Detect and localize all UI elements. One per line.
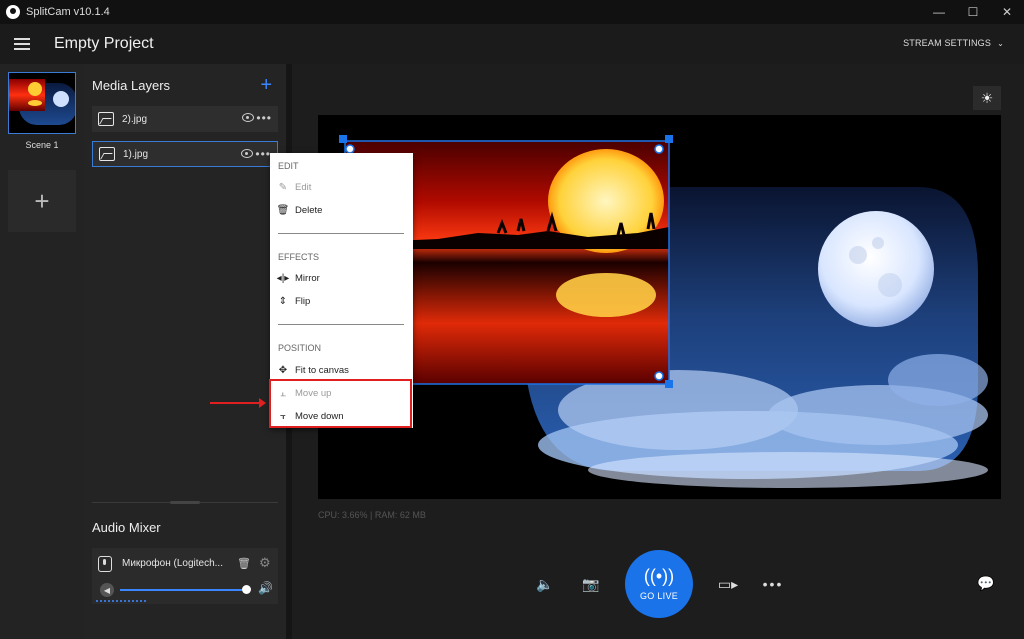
bottom-controls: 🔈 📷 ((•)) GO LIVE ▭▸ ••• 💬 [292,546,1024,626]
preview-canvas[interactable] [318,115,1001,499]
eye-icon[interactable] [242,113,254,122]
title-bar: SplitCam v10.1.4 — ☐ ✕ [0,0,1024,24]
volume-slider-knob[interactable] [242,585,251,594]
window-controls: — ☐ ✕ [922,0,1024,24]
effects-section-header: EFFECTS [278,252,320,262]
broadcast-icon: ((•)) [643,566,675,586]
layer-name: 2).jpg [122,113,148,125]
audio-mute-icon[interactable]: 🔈 [534,574,556,594]
image-icon [99,147,115,161]
menu-bar: Empty Project STREAM SETTINGS ⌄ [0,24,1024,64]
volume-level-meter [96,600,148,602]
layer-row-selected[interactable]: 1).jpg ••• [92,141,278,167]
layer-row[interactable]: 2).jpg ••• [92,106,278,132]
gear-icon[interactable]: ⚙ [259,555,271,571]
pencil-icon: ✎ [278,181,288,193]
more-options-icon[interactable]: ••• [255,147,271,161]
speaker-mute-icon[interactable]: ◀ [100,583,114,597]
more-options-icon[interactable]: ••• [762,574,784,594]
trash-icon: 🗑 [276,204,290,216]
move-arrows-icon: ✥ [278,364,288,376]
window-title: SplitCam v10.1.4 [26,6,110,18]
image-icon [98,112,114,126]
project-title: Empty Project [54,35,154,52]
fit-to-canvas-label: Fit to canvas [295,364,349,376]
annotation-highlight-box [269,379,412,428]
delete-menu-item[interactable]: 🗑 Delete [276,201,406,219]
audio-mixer-title: Audio Mixer [92,520,161,535]
trash-icon[interactable]: 🗑 [237,557,251,570]
mirror-label: Mirror [295,272,320,284]
mirror-icon: ◂|▸ [276,272,290,284]
go-live-button[interactable]: ((•)) GO LIVE [625,550,693,618]
flip-icon: ⇕ [278,295,288,307]
maximize-button[interactable]: ☐ [956,0,990,24]
more-options-icon[interactable]: ••• [256,111,272,125]
position-section-header: POSITION [278,343,322,353]
menu-divider [278,233,404,234]
eye-icon[interactable] [241,149,253,158]
media-layers-panel: Media Layers + 2).jpg ••• 1).jpg ••• Aud… [84,64,286,639]
delete-label: Delete [295,204,323,216]
splitcam-logo-icon [6,5,20,19]
scene-thumbnail[interactable] [8,72,76,134]
flip-label: Flip [295,295,311,307]
brightness-toggle-icon[interactable]: ☀ [973,86,1001,110]
media-layers-title: Media Layers [92,78,171,93]
annotation-arrow [210,398,266,408]
chat-icon[interactable]: 💬 [974,572,998,594]
edit-section-header: EDIT [278,161,299,171]
audio-device-name: Микрофон (Logitech... [122,558,223,569]
stream-settings-label: STREAM SETTINGS [903,38,992,48]
volume-slider[interactable] [120,589,248,591]
flip-menu-item[interactable]: ⇕ Flip [276,292,406,310]
panel-splitter[interactable] [92,501,278,504]
scene-label: Scene 1 [25,140,59,150]
add-scene-button[interactable]: + [8,170,76,232]
go-live-label: GO LIVE [639,591,679,601]
speaker-icon[interactable]: 🔊 [258,581,273,595]
menu-divider [278,324,404,325]
video-record-icon[interactable]: ▭▸ [716,574,740,594]
close-button[interactable]: ✕ [990,0,1024,24]
minimize-button[interactable]: — [922,0,956,24]
mirror-menu-item[interactable]: ◂|▸ Mirror [276,269,406,287]
stream-settings-button[interactable]: STREAM SETTINGS ⌄ [903,38,1004,48]
chevron-down-icon: ⌄ [997,38,1004,48]
audio-device-card: Микрофон (Logitech... 🗑 ⚙ ◀ 🔊 [92,548,278,604]
camera-snapshot-icon[interactable]: 📷 [580,574,602,594]
edit-menu-item[interactable]: ✎ Edit [276,178,406,196]
edit-label: Edit [295,181,312,193]
layer-name: 1).jpg [123,148,149,160]
microphone-icon [98,556,112,572]
add-layer-button[interactable]: + [260,74,272,97]
fit-to-canvas-menu-item[interactable]: ✥ Fit to canvas [276,361,406,379]
scenes-panel: Scene 1 + [0,64,84,639]
performance-stats: CPU: 3.66% | RAM: 62 MB [318,510,426,520]
hamburger-menu-icon[interactable] [14,38,30,50]
